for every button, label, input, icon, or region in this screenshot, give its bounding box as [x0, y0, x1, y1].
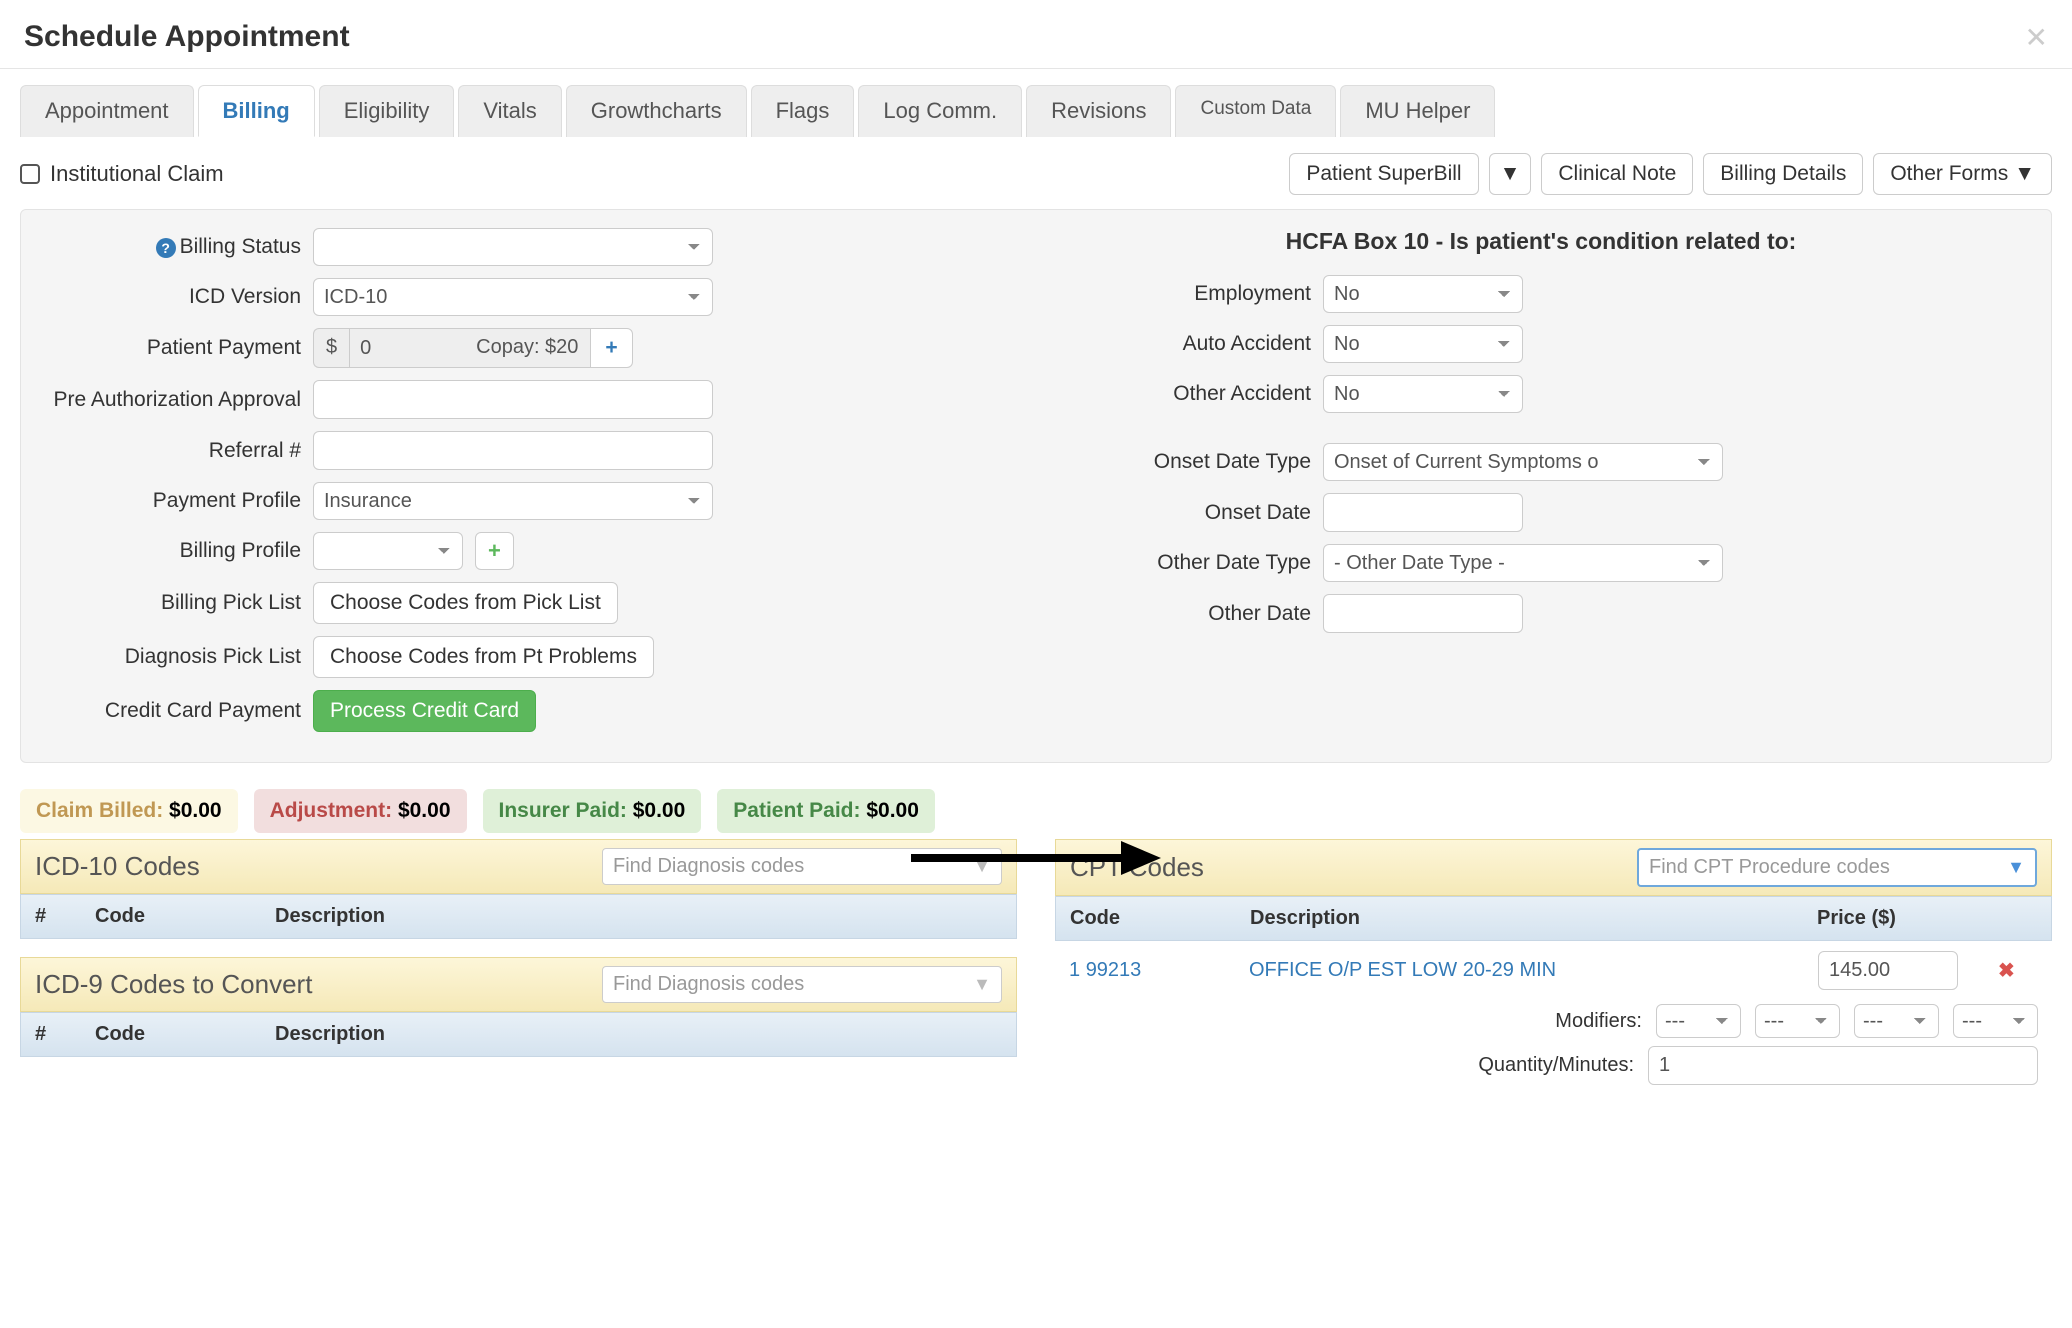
other-accident-label: Other Accident: [1051, 382, 1311, 406]
close-icon[interactable]: ✕: [2025, 21, 2048, 54]
copay-label: Copay: $20: [464, 328, 590, 368]
icd9-table-header: # Code Description: [20, 1012, 1017, 1057]
billing-status-select[interactable]: [313, 228, 713, 266]
tab-billing[interactable]: Billing: [198, 85, 315, 137]
patient-superbill-button[interactable]: Patient SuperBill: [1289, 153, 1478, 195]
tabs-bar: Appointment Billing Eligibility Vitals G…: [20, 85, 2052, 137]
cpt-row: 1 99213 OFFICE O/P EST LOW 20-29 MIN ✖: [1055, 941, 2052, 1000]
tab-vitals[interactable]: Vitals: [458, 85, 561, 137]
modifier-4-select[interactable]: ---: [1953, 1004, 2038, 1038]
pre-auth-label: Pre Authorization Approval: [41, 388, 301, 412]
cpt-price-input[interactable]: [1818, 951, 1958, 990]
onset-date-label: Onset Date: [1051, 501, 1311, 525]
patient-payment-input[interactable]: [349, 328, 464, 368]
add-billing-profile-button[interactable]: +: [475, 532, 514, 570]
employment-select[interactable]: No: [1323, 275, 1523, 313]
chevron-down-icon: ▼: [973, 974, 991, 995]
employment-label: Employment: [1051, 282, 1311, 306]
billing-status-label: ?Billing Status: [41, 235, 301, 259]
auto-accident-select[interactable]: No: [1323, 325, 1523, 363]
adjustment-pill: Adjustment: $0.00: [254, 789, 467, 833]
tab-flags[interactable]: Flags: [751, 85, 855, 137]
diagnosis-picklist-button[interactable]: Choose Codes from Pt Problems: [313, 636, 654, 678]
referral-input[interactable]: [313, 431, 713, 470]
auto-accident-label: Auto Accident: [1051, 332, 1311, 356]
patient-paid-pill: Patient Paid: $0.00: [717, 789, 935, 833]
icd-version-label: ICD Version: [41, 285, 301, 309]
referral-label: Referral #: [41, 439, 301, 463]
tab-eligibility[interactable]: Eligibility: [319, 85, 455, 137]
onset-date-type-select[interactable]: Onset of Current Symptoms o: [1323, 443, 1723, 481]
billing-profile-label: Billing Profile: [41, 539, 301, 563]
cpt-desc-link[interactable]: OFFICE O/P EST LOW 20-29 MIN: [1249, 959, 1556, 981]
diagnosis-picklist-label: Diagnosis Pick List: [41, 645, 301, 669]
billing-profile-select[interactable]: [313, 532, 463, 570]
icd10-table-header: # Code Description: [20, 894, 1017, 939]
patient-payment-label: Patient Payment: [41, 336, 301, 360]
clinical-note-button[interactable]: Clinical Note: [1541, 153, 1693, 195]
tab-growthcharts[interactable]: Growthcharts: [566, 85, 747, 137]
pre-auth-input[interactable]: [313, 380, 713, 419]
cpt-row-link[interactable]: 1 99213: [1069, 959, 1141, 981]
icd9-title: ICD-9 Codes to Convert: [35, 969, 312, 1000]
modifier-3-select[interactable]: ---: [1854, 1004, 1939, 1038]
other-date-type-label: Other Date Type: [1051, 551, 1311, 575]
payment-profile-label: Payment Profile: [41, 489, 301, 513]
qty-input[interactable]: [1648, 1046, 2038, 1085]
modifier-2-select[interactable]: ---: [1755, 1004, 1840, 1038]
chevron-down-icon: ▼: [973, 856, 991, 877]
hcfa-title: HCFA Box 10 - Is patient's condition rel…: [1051, 228, 2031, 255]
tab-logcomm[interactable]: Log Comm.: [858, 85, 1022, 137]
institutional-claim-checkbox[interactable]: [20, 164, 40, 184]
onset-date-type-label: Onset Date Type: [1051, 450, 1311, 474]
patient-superbill-dropdown[interactable]: ▼: [1489, 153, 1532, 195]
billing-picklist-label: Billing Pick List: [41, 591, 301, 615]
other-accident-select[interactable]: No: [1323, 375, 1523, 413]
qty-label: Quantity/Minutes:: [1478, 1054, 1634, 1077]
other-forms-button[interactable]: Other Forms ▼: [1873, 153, 2052, 195]
plus-icon: +: [488, 538, 501, 564]
page-title: Schedule Appointment: [24, 20, 350, 54]
billing-details-button[interactable]: Billing Details: [1703, 153, 1863, 195]
tab-customdata[interactable]: Custom Data: [1175, 85, 1336, 137]
modifier-1-select[interactable]: ---: [1656, 1004, 1741, 1038]
cc-payment-label: Credit Card Payment: [41, 699, 301, 723]
cpt-search-input[interactable]: Find CPT Procedure codes▼: [1637, 848, 2037, 887]
icd9-search-input[interactable]: Find Diagnosis codes▼: [602, 966, 1002, 1003]
tab-appointment[interactable]: Appointment: [20, 85, 194, 137]
other-date-label: Other Date: [1051, 602, 1311, 626]
insurer-paid-pill: Insurer Paid: $0.00: [483, 789, 702, 833]
tab-muhelper[interactable]: MU Helper: [1340, 85, 1495, 137]
onset-date-input[interactable]: [1323, 493, 1523, 532]
cpt-title: CPT Codes: [1070, 852, 1204, 883]
claim-billed-pill: Claim Billed: $0.00: [20, 789, 238, 833]
currency-symbol: $: [313, 328, 349, 368]
payment-profile-select[interactable]: Insurance: [313, 482, 713, 520]
other-date-input[interactable]: [1323, 594, 1523, 633]
billing-picklist-button[interactable]: Choose Codes from Pick List: [313, 582, 618, 624]
other-date-type-select[interactable]: - Other Date Type -: [1323, 544, 1723, 582]
modifiers-label: Modifiers:: [1555, 1010, 1642, 1033]
chevron-down-icon: ▼: [2007, 857, 2025, 878]
cpt-table-header: Code Description Price ($): [1055, 896, 2052, 941]
icd10-title: ICD-10 Codes: [35, 851, 200, 882]
icd10-search-input[interactable]: Find Diagnosis codes▼: [602, 848, 1002, 885]
tab-revisions[interactable]: Revisions: [1026, 85, 1171, 137]
add-payment-button[interactable]: +: [590, 328, 632, 368]
delete-icon[interactable]: ✖: [1998, 960, 2015, 982]
institutional-claim-label: Institutional Claim: [50, 161, 224, 187]
process-credit-card-button[interactable]: Process Credit Card: [313, 690, 536, 732]
icd-version-select[interactable]: ICD-10: [313, 278, 713, 316]
help-icon[interactable]: ?: [156, 238, 176, 258]
